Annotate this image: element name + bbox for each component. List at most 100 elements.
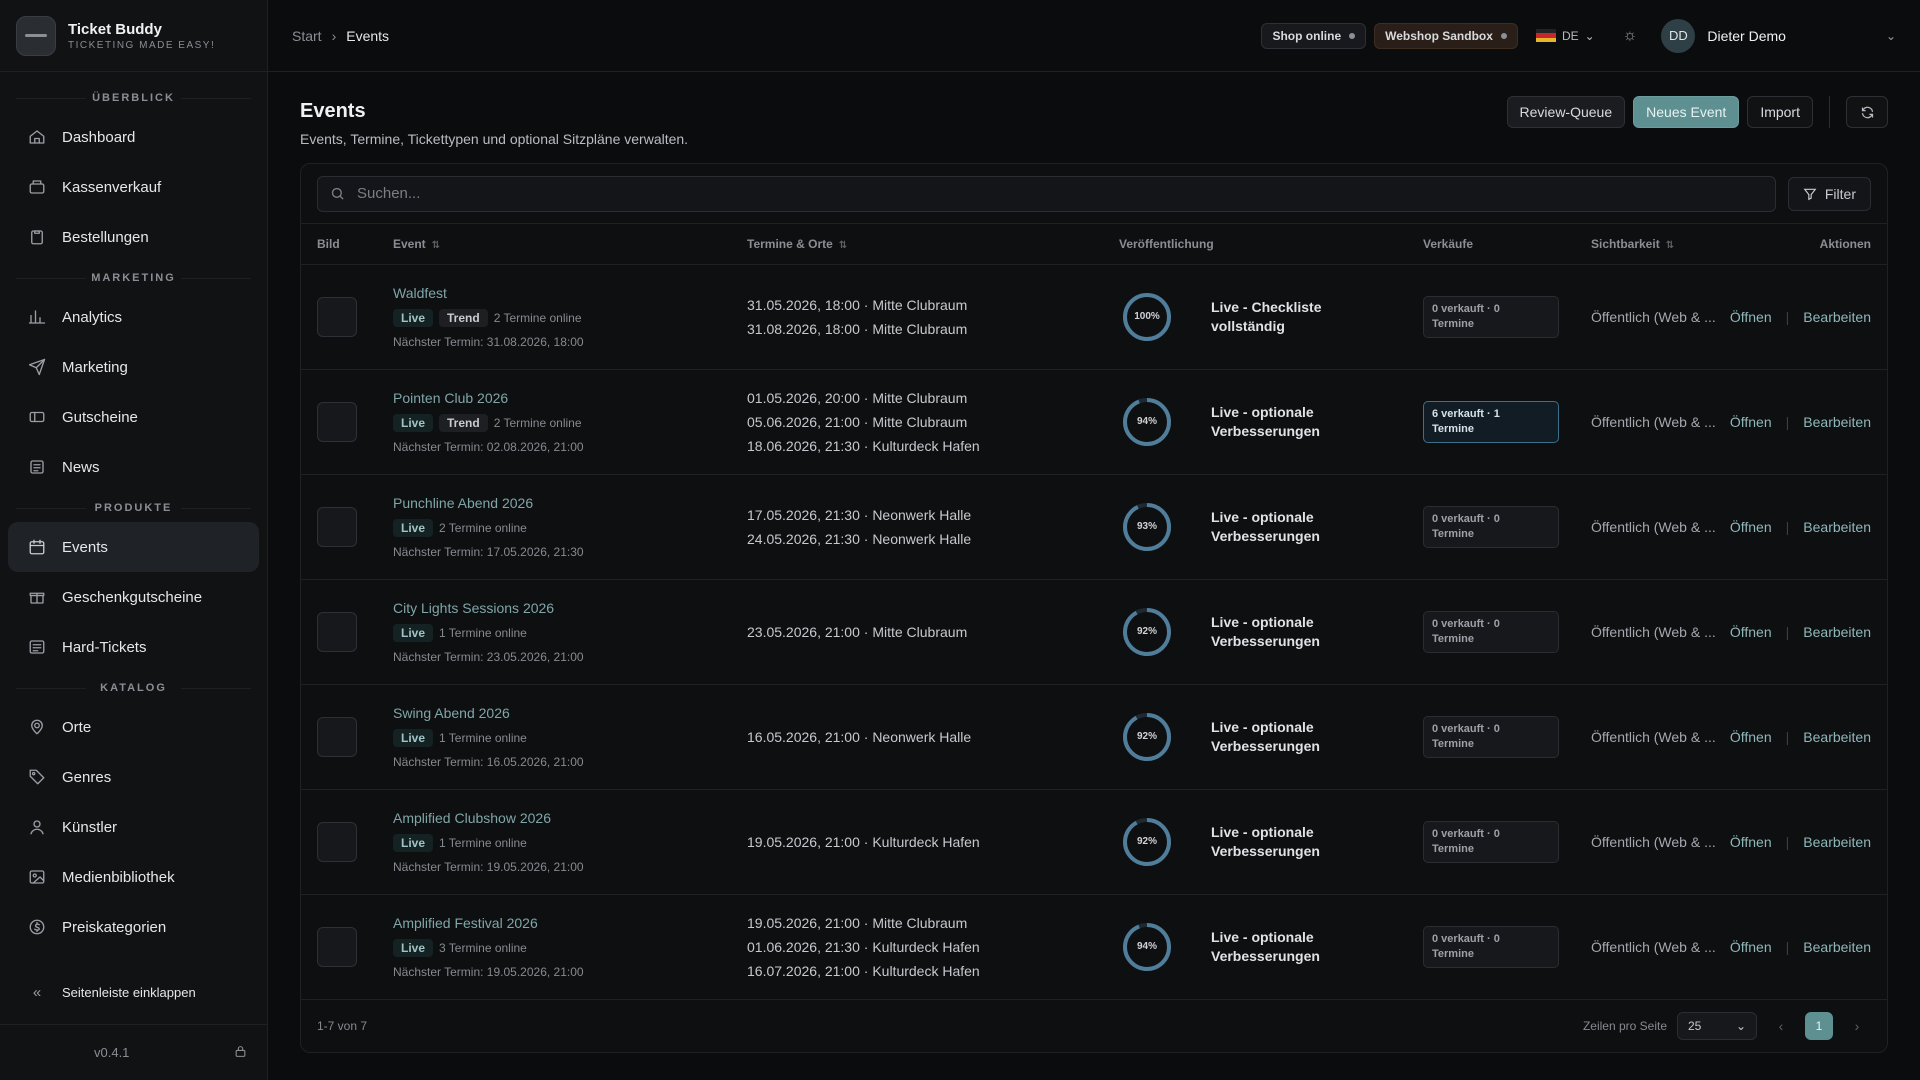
edit-link[interactable]: Bearbeiten xyxy=(1803,414,1871,430)
sidebar-item-bestellungen[interactable]: Bestellungen xyxy=(8,212,259,262)
event-date-location: 16.05.2026, 21:00 · Neonwerk Halle xyxy=(747,728,972,745)
sidebar-item-hard-tickets[interactable]: Hard-Tickets xyxy=(8,622,259,672)
map-pin-icon xyxy=(28,718,46,736)
table-row[interactable]: City Lights Sessions 2026 Live 1 Termine … xyxy=(301,579,1887,685)
table-row[interactable]: Amplified Festival 2026 Live 3 Termine on… xyxy=(301,894,1887,1000)
refresh-button[interactable] xyxy=(1846,96,1888,128)
sidebar-item-geschenkgutscheine[interactable]: Geschenkgutscheine xyxy=(8,572,259,622)
collapse-sidebar-button[interactable]: « Seitenleiste einklappen xyxy=(8,970,259,1014)
breadcrumb-start[interactable]: Start xyxy=(292,28,322,44)
sidebar-item-kassenverkauf[interactable]: Kassenverkauf xyxy=(8,162,259,212)
sun-icon[interactable]: ☼ xyxy=(1623,27,1638,45)
event-name-link[interactable]: Pointen Club 2026 xyxy=(393,390,715,406)
column-header-verkaeufe: Verkäufe xyxy=(1407,224,1575,265)
publish-progress-ring: 94% xyxy=(1119,394,1175,450)
sidebar-item-genres[interactable]: Genres xyxy=(8,752,259,802)
new-event-button[interactable]: Neues Event xyxy=(1633,96,1740,128)
search-input[interactable] xyxy=(357,185,1763,202)
ticket-icon xyxy=(28,408,46,426)
next-date: Nächster Termin: 16.05.2026, 21:00 xyxy=(393,754,584,769)
sales-count: 0 verkauft · 0 xyxy=(1432,722,1500,735)
open-link[interactable]: Öffnen xyxy=(1730,414,1772,430)
search-icon xyxy=(331,187,344,200)
brand-name: Ticket Buddy xyxy=(68,20,162,38)
event-date-location: 19.05.2026, 21:00 · Kulturdeck Hafen xyxy=(747,833,980,850)
table-row[interactable]: Pointen Club 2026 Live Trend 2 Termine onl… xyxy=(301,369,1887,475)
edit-link[interactable]: Bearbeiten xyxy=(1803,939,1871,955)
user-menu[interactable]: DD Dieter Demo ⌄ xyxy=(1661,18,1896,53)
edit-link[interactable]: Bearbeiten xyxy=(1803,729,1871,745)
sidebar-item-preiskategorien[interactable]: Preiskategorien xyxy=(8,902,259,952)
termine-online-count: 1 Termine online xyxy=(439,730,527,745)
event-thumbnail[interactable] xyxy=(317,821,357,862)
publish-status-line: Live - optionale xyxy=(1211,823,1314,840)
rows-per-page-select[interactable]: 25 ⌄ xyxy=(1677,1011,1757,1040)
event-name-link[interactable]: Punchline Abend 2026 xyxy=(393,495,715,511)
filter-button[interactable]: Filter xyxy=(1787,176,1871,211)
chevron-down-icon: ⌄ xyxy=(1885,28,1896,43)
event-thumbnail[interactable] xyxy=(317,926,357,967)
event-name-link[interactable]: City Lights Sessions 2026 xyxy=(393,600,715,616)
open-link[interactable]: Öffnen xyxy=(1730,624,1772,640)
filter-label: Filter xyxy=(1824,185,1856,202)
table-row[interactable]: Amplified Clubshow 2026 Live 1 Termine on… xyxy=(301,789,1887,895)
table-row[interactable]: Swing Abend 2026 Live 1 Termine online Nä… xyxy=(301,684,1887,790)
event-thumbnail[interactable] xyxy=(317,506,357,547)
open-link[interactable]: Öffnen xyxy=(1730,939,1772,955)
event-thumbnail[interactable] xyxy=(317,296,357,337)
sales-summary[interactable]: 0 verkauft · 0 Termine xyxy=(1423,610,1559,653)
edit-link[interactable]: Bearbeiten xyxy=(1803,519,1871,535)
event-name-link[interactable]: Amplified Festival 2026 xyxy=(393,915,715,931)
review-queue-button[interactable]: Review-Queue xyxy=(1506,96,1626,128)
table-row[interactable]: Waldfest Live Trend 2 Termine online Nächs… xyxy=(301,264,1887,370)
open-link[interactable]: Öffnen xyxy=(1730,309,1772,325)
event-name-link[interactable]: Swing Abend 2026 xyxy=(393,705,715,721)
sidebar-item-events[interactable]: Events xyxy=(8,522,259,572)
event-thumbnail[interactable] xyxy=(317,401,357,442)
import-button[interactable]: Import xyxy=(1747,96,1813,128)
page-actions: Review-Queue Neues Event Import xyxy=(1506,96,1888,128)
edit-link[interactable]: Bearbeiten xyxy=(1803,309,1871,325)
sidebar-item-analytics[interactable]: Analytics xyxy=(8,292,259,342)
column-header-termine[interactable]: Termine & Orte ⇅ xyxy=(731,224,1103,265)
sales-summary[interactable]: 0 verkauft · 0 Termine xyxy=(1423,820,1559,863)
page-button-current[interactable]: 1 xyxy=(1805,1011,1833,1040)
event-thumbnail[interactable] xyxy=(317,716,357,757)
next-page-button[interactable]: › xyxy=(1843,1012,1871,1040)
edit-link[interactable]: Bearbeiten xyxy=(1803,624,1871,640)
sales-summary[interactable]: 6 verkauft · 1 Termine xyxy=(1423,400,1559,443)
lock-icon[interactable] xyxy=(234,1045,247,1061)
table-row[interactable]: Punchline Abend 2026 Live 2 Termine onlin… xyxy=(301,474,1887,580)
event-name-link[interactable]: Amplified Clubshow 2026 xyxy=(393,810,715,826)
sidebar-item-marketing[interactable]: Marketing xyxy=(8,342,259,392)
brand[interactable]: Ticket Buddy TICKETING MADE EASY! xyxy=(0,0,267,72)
sales-summary[interactable]: 0 verkauft · 0 Termine xyxy=(1423,295,1559,338)
previous-page-button[interactable]: ‹ xyxy=(1767,1012,1795,1040)
sidebar-item-gutscheine[interactable]: Gutscheine xyxy=(8,392,259,442)
open-link[interactable]: Öffnen xyxy=(1730,729,1772,745)
sidebar-item-news[interactable]: News xyxy=(8,442,259,492)
sidebar-item-medienbibliothek[interactable]: Medienbibliothek xyxy=(8,852,259,902)
open-link[interactable]: Öffnen xyxy=(1730,834,1772,850)
events-content: Events Events, Termine, Tickettypen und … xyxy=(268,72,1920,1053)
open-link[interactable]: Öffnen xyxy=(1730,519,1772,535)
sales-termine: Termine xyxy=(1432,737,1474,750)
sidebar-item-dashboard[interactable]: Dashboard xyxy=(8,112,259,162)
shop-status-badge[interactable]: Shop online xyxy=(1261,22,1367,49)
sales-summary[interactable]: 0 verkauft · 0 Termine xyxy=(1423,505,1559,548)
language-switcher[interactable]: DE ⌄ xyxy=(1535,29,1595,43)
column-header-event[interactable]: Event ⇅ xyxy=(377,224,731,265)
collapse-sidebar-label: Seitenleiste einklappen xyxy=(62,984,196,1000)
column-header-sichtbarkeit[interactable]: Sichtbarkeit ⇅ xyxy=(1575,224,1725,265)
event-thumbnail[interactable] xyxy=(317,611,357,652)
sales-count: 0 verkauft · 0 xyxy=(1432,827,1500,840)
sandbox-badge[interactable]: Webshop Sandbox xyxy=(1374,22,1518,49)
edit-link[interactable]: Bearbeiten xyxy=(1803,834,1871,850)
sort-icon: ⇅ xyxy=(431,239,441,251)
sales-summary[interactable]: 0 verkauft · 0 Termine xyxy=(1423,925,1559,968)
sales-summary[interactable]: 0 verkauft · 0 Termine xyxy=(1423,715,1559,758)
event-name-link[interactable]: Waldfest xyxy=(393,285,715,301)
sidebar-item-orte[interactable]: Orte xyxy=(8,702,259,752)
breadcrumb: Start › Events xyxy=(292,28,1253,44)
sidebar-item-k-nstler[interactable]: Künstler xyxy=(8,802,259,852)
